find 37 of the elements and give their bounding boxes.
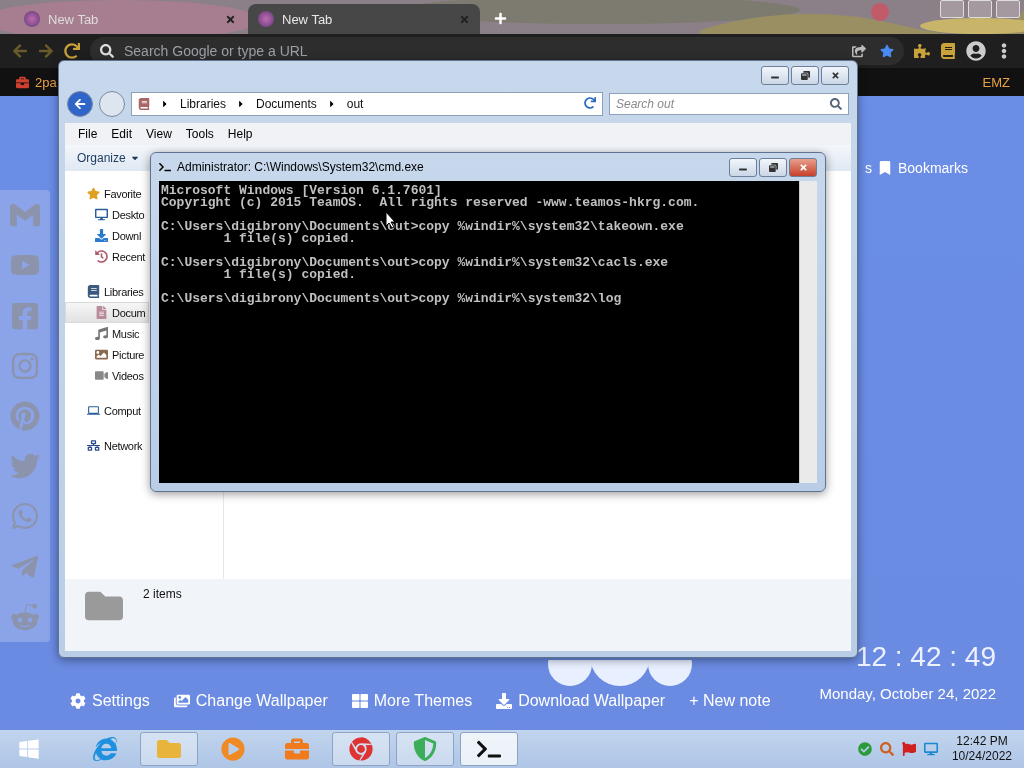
browser-tab[interactable]: New Tab bbox=[248, 4, 480, 34]
console-line: Microsoft Windows [Version 6.1.7601] bbox=[161, 185, 442, 197]
date: Monday, October 24, 2022 bbox=[819, 685, 996, 702]
address-field[interactable]: Libraries Documents out bbox=[131, 92, 603, 116]
menu-item[interactable]: Edit bbox=[104, 127, 140, 141]
console-line: 1 file(s) copied. bbox=[223, 269, 357, 281]
console-line: Copyright (c) 2015 TeamOS. All rights reserved -www.teamos-hkrg.com. bbox=[161, 197, 701, 209]
menu-item[interactable]: View bbox=[139, 127, 179, 141]
breadcrumb[interactable]: Documents bbox=[256, 97, 317, 111]
menu-item[interactable]: Tools bbox=[178, 127, 221, 141]
console-line: C:\Users\digibrony\Documents\out>copy %windir%\system32\cacls.exe bbox=[161, 257, 670, 269]
nav-item[interactable]: Network bbox=[65, 435, 149, 456]
nav-item[interactable]: Deskto bbox=[65, 204, 149, 225]
clock: 12 : 42 : 49 bbox=[855, 641, 996, 673]
breadcrumb[interactable]: out bbox=[346, 97, 364, 111]
console-line: C:\Users\digibrony\Documents\out>copy %windir%\system32\log bbox=[161, 293, 623, 305]
nav-item[interactable]: Libraries bbox=[65, 281, 149, 302]
menu-item[interactable]: Help bbox=[220, 127, 260, 141]
nav-item[interactable]: Videos bbox=[65, 365, 149, 386]
window-title: Administrator: C:\Windows\System32\cmd.exe bbox=[177, 160, 424, 174]
item-count: 2 items bbox=[143, 587, 182, 601]
nav-item[interactable]: Favorite bbox=[65, 183, 149, 204]
bookmark-link[interactable]: 2pa bbox=[16, 74, 57, 90]
menu-item[interactable]: File bbox=[71, 127, 105, 141]
nav-item[interactable]: Docum bbox=[65, 302, 149, 323]
console-line: C:\Users\digibrony\Documents\out>copy %windir%\system32\takeown.exe bbox=[161, 221, 685, 233]
nav-item[interactable]: Music bbox=[65, 323, 149, 344]
nav-item[interactable]: Picture bbox=[65, 344, 149, 365]
bookmark-link[interactable]: EMZ bbox=[982, 74, 1010, 90]
console-line: 1 file(s) copied. bbox=[223, 233, 357, 245]
toolbar-button[interactable]: Organize bbox=[77, 151, 140, 165]
nav-item[interactable]: Recent bbox=[65, 246, 149, 267]
clock[interactable]: 12:42 PM 10/24/2022 bbox=[945, 734, 1018, 764]
breadcrumb[interactable]: Libraries bbox=[180, 97, 227, 111]
nav-item[interactable]: Comput bbox=[65, 400, 149, 421]
nav-item[interactable]: Downl bbox=[65, 225, 149, 246]
search-field[interactable]: Search out bbox=[609, 93, 849, 115]
